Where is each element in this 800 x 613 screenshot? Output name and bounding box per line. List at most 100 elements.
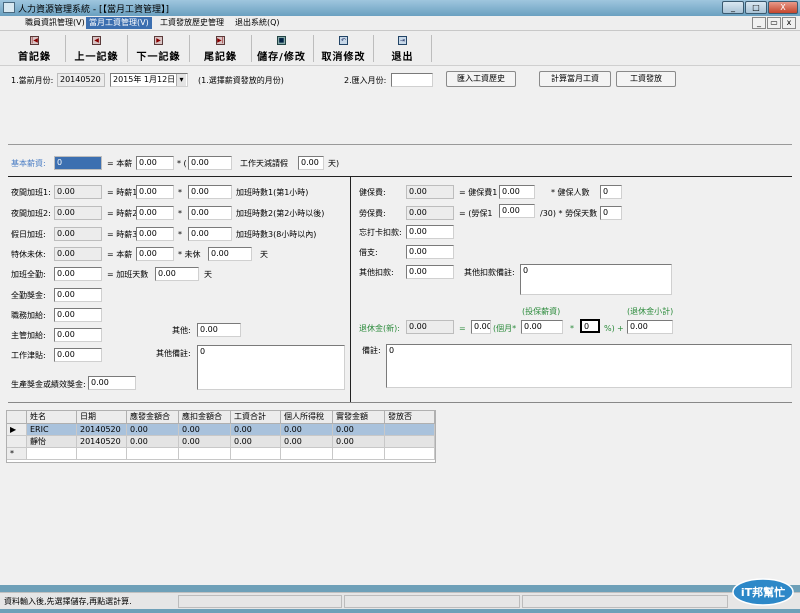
grid-cell[interactable]: 0.00	[179, 436, 231, 448]
grid-cell[interactable]: 0.00	[127, 436, 179, 448]
col-header[interactable]: 姓名	[27, 411, 77, 424]
special-leave-days[interactable]: 0.00	[208, 247, 252, 261]
menu-salary-history[interactable]: 工資發放歷史管理	[157, 17, 227, 29]
loan-value[interactable]: 0.00	[406, 245, 454, 259]
current-month-field[interactable]: 20140520	[57, 73, 105, 87]
grid-cell[interactable]: 20140520	[77, 436, 127, 448]
manager-value[interactable]: 0.00	[54, 328, 102, 342]
health-value[interactable]: 0.00	[406, 185, 454, 199]
salary-grid[interactable]: 姓名 日期 應發金額合 應扣金額合 工資合計 個人所得稅 實發金額 發放否 ▶ …	[6, 410, 436, 463]
base-salary-field[interactable]: 0	[54, 156, 102, 170]
attendance-value[interactable]: 0.00	[54, 288, 102, 302]
grid-cell[interactable]	[231, 448, 281, 460]
grid-cell[interactable]	[27, 448, 77, 460]
other-value[interactable]: 0.00	[197, 323, 241, 337]
prev-record-button[interactable]: ◀ 上一記錄	[66, 35, 128, 63]
bonus-value[interactable]: 0.00	[88, 376, 136, 390]
grid-cell[interactable]: 0.00	[281, 424, 333, 436]
grid-cell[interactable]: 0.00	[281, 436, 333, 448]
last-record-button[interactable]: ▶| 尾記錄	[190, 35, 252, 63]
full-ot-days[interactable]: 0.00	[155, 267, 199, 281]
grid-cell[interactable]	[179, 448, 231, 460]
menu-bar: 職員資訊管理(V) 當月工資管理(V) 工資發放歷史管理 退出系統(Q) _ ▭…	[0, 16, 800, 31]
labor-value[interactable]: 0.00	[406, 206, 454, 220]
save-button[interactable]: ■ 儲存/修改	[250, 35, 314, 63]
col-header[interactable]: 應發金額合	[127, 411, 179, 424]
mdi-close-button[interactable]: x	[782, 17, 796, 29]
special-leave-salary[interactable]: 0.00	[136, 247, 174, 261]
special-leave-value[interactable]: 0.00	[54, 247, 102, 261]
night1-rate[interactable]: 0.00	[136, 185, 174, 199]
col-header[interactable]: 應扣金額合	[179, 411, 231, 424]
pension-total[interactable]: 0.00	[627, 320, 673, 334]
import-history-button[interactable]: 匯入工資歷史	[446, 71, 516, 87]
night1-hours[interactable]: 0.00	[188, 185, 232, 199]
grid-cell[interactable]: 0.00	[179, 424, 231, 436]
grid-cell[interactable]: ERIC	[27, 424, 77, 436]
grid-cell[interactable]: 0.00	[231, 424, 281, 436]
import-month-field[interactable]	[391, 73, 433, 87]
pension-insured[interactable]: 0.00	[521, 320, 563, 334]
month-date-picker[interactable]: 2015年 1月12日 ▾	[110, 73, 188, 87]
labor-rate[interactable]: 0.00	[499, 204, 535, 218]
labor-days[interactable]: 0	[600, 206, 622, 220]
night2-value[interactable]: 0.00	[54, 206, 102, 220]
grid-cell[interactable]	[333, 448, 385, 460]
holiday-rate[interactable]: 0.00	[136, 227, 174, 241]
other-deduct-value[interactable]: 0.00	[406, 265, 454, 279]
grid-cell[interactable]	[385, 448, 435, 460]
duty-value[interactable]: 0.00	[54, 308, 102, 322]
menu-staff[interactable]: 職員資訊管理(V)	[22, 17, 88, 29]
holiday-value[interactable]: 0.00	[54, 227, 102, 241]
mdi-minimize-button[interactable]: _	[752, 17, 766, 29]
col-header[interactable]: 工資合計	[231, 411, 281, 424]
grid-cell[interactable]: 20140520	[77, 424, 127, 436]
holiday-hours[interactable]: 0.00	[188, 227, 232, 241]
grid-cell[interactable]: 0.00	[333, 424, 385, 436]
night1-value[interactable]: 0.00	[54, 185, 102, 199]
col-header[interactable]: 實發金額	[333, 411, 385, 424]
base-salary-input[interactable]: 0.00	[136, 156, 174, 170]
remark-textarea[interactable]: 0	[386, 344, 792, 388]
other-deduct-note-textarea[interactable]: 0	[520, 264, 672, 295]
night2-hours[interactable]: 0.00	[188, 206, 232, 220]
full-ot-value[interactable]: 0.00	[54, 267, 102, 281]
menu-current-salary[interactable]: 當月工資管理(V)	[86, 17, 152, 29]
grid-cell[interactable]: 靜怡	[27, 436, 77, 448]
grid-cell[interactable]	[77, 448, 127, 460]
pension-pct[interactable]: 0	[580, 319, 600, 333]
grid-cell[interactable]	[281, 448, 333, 460]
menu-exit[interactable]: 退出系統(Q)	[232, 17, 283, 29]
workdays-input[interactable]: 0.00	[298, 156, 324, 170]
pension-sub[interactable]: 0.00	[471, 320, 491, 334]
health-rate[interactable]: 0.00	[499, 185, 535, 199]
col-header[interactable]: 發放否	[385, 411, 435, 424]
health-count[interactable]: 0	[600, 185, 622, 199]
grid-cell[interactable]: 0.00	[127, 424, 179, 436]
grid-cell[interactable]: 0.00	[333, 436, 385, 448]
base-ratio-input[interactable]: 0.00	[188, 156, 232, 170]
grid-cell[interactable]: 0.00	[231, 436, 281, 448]
close-button[interactable]: X	[768, 1, 798, 14]
first-record-button[interactable]: |◀ 首記錄	[4, 35, 66, 63]
mdi-restore-button[interactable]: ▭	[767, 17, 781, 29]
allowance-value[interactable]: 0.00	[54, 348, 102, 362]
grid-cell[interactable]	[385, 436, 435, 448]
clock-deduct-value[interactable]: 0.00	[406, 225, 454, 239]
next-record-button[interactable]: ▶ 下一記錄	[128, 35, 190, 63]
night2-rate[interactable]: 0.00	[136, 206, 174, 220]
other-note-textarea[interactable]: 0	[197, 345, 345, 390]
chevron-down-icon[interactable]: ▾	[176, 74, 186, 86]
minimize-button[interactable]: _	[722, 1, 744, 14]
maximize-button[interactable]: □	[745, 1, 767, 14]
col-header[interactable]: 個人所得稅	[281, 411, 333, 424]
special-leave-mult: * 未休	[178, 250, 201, 259]
col-header[interactable]: 日期	[77, 411, 127, 424]
exit-button[interactable]: ⇥ 退出	[374, 35, 432, 63]
pension-value[interactable]: 0.00	[406, 320, 454, 334]
cancel-edit-button[interactable]: ↶ 取消修改	[314, 35, 374, 63]
grid-cell[interactable]	[385, 424, 435, 436]
calc-salary-button[interactable]: 計算當月工資	[539, 71, 611, 87]
grid-cell[interactable]	[127, 448, 179, 460]
pay-salary-button[interactable]: 工資發放	[616, 71, 676, 87]
